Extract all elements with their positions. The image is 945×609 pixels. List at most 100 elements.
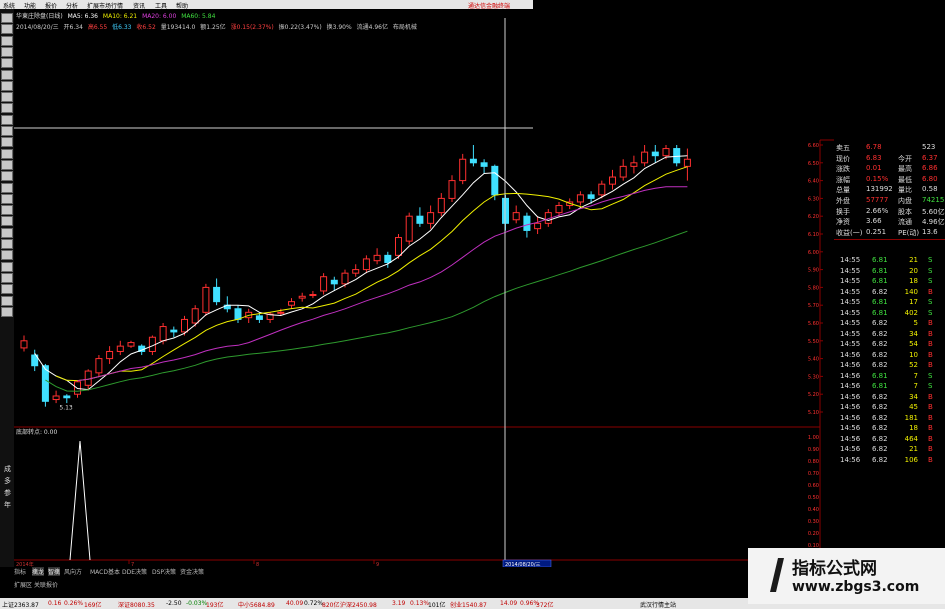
toolbar-tool-button[interactable] [1,24,13,35]
tick-price: 6.81 [872,277,888,285]
indicator-tab[interactable]: 指标 [14,567,26,576]
watermark-title: 指标公式网 [792,559,877,579]
indicator-tab[interactable]: 资金决策 [180,567,204,576]
ma5-value: MA5: 6.36 [67,13,98,20]
toolbar-tool-button[interactable] [1,239,13,249]
bar-turnover: 换3.90% [326,24,352,31]
tick-time: 14:55 [840,319,861,327]
tick-volume: 106 [904,455,918,464]
toolbar-tool-button[interactable] [1,137,13,148]
indicator-tab[interactable]: 擒龙 [32,567,45,576]
toolbar-tool-button[interactable] [1,46,13,57]
quote-label: 最高 [898,165,912,174]
quote-value: 3.66 [866,217,882,226]
quote-label: 涨幅 [836,175,850,184]
sub-tab[interactable]: 扩展区 [14,580,32,589]
watermark-logo: 指标公式网 www.zbgs3.com [748,548,945,604]
candle-body [598,183,606,196]
tick-side: B [928,403,933,411]
tick-time: 14:56 [840,361,861,369]
toolbar-tool-button[interactable] [1,295,13,306]
candle-body [673,148,681,164]
server-name[interactable]: 武汉行情主站 [640,600,676,609]
toolbar-tool-button[interactable] [1,148,13,159]
toolbar-tool-button[interactable] [1,182,13,193]
toolbar-tool-button[interactable] [1,58,13,69]
toolbar-tool-button[interactable] [1,159,13,170]
period-button[interactable]: 参 [2,488,13,498]
quote-label: 今开 [898,154,912,163]
quote-value: 6.78 [866,143,882,151]
quote-value: 13.6 [922,227,938,236]
tick-row: 14:55 6.81 21 S [834,256,945,266]
tick-price: 6.82 [872,413,888,422]
toolbar-tool-button[interactable] [1,171,13,182]
quote-label: 股本 [898,207,912,216]
quote-value: 6.86 [922,164,938,173]
quote-row: 卖五 6.78 523 [836,143,944,153]
price-tick-label: 5.70 [808,303,819,309]
candle-body [159,326,167,342]
tick-time: 14:56 [840,371,861,380]
toolbar-tool-button[interactable] [1,306,13,317]
indicator-tab[interactable]: MACD基本 [90,567,120,576]
candle-body [609,176,616,185]
indicator-tab[interactable]: 风向方 [64,567,82,576]
period-button[interactable]: 年 [2,500,13,510]
indicator-tab[interactable]: DDE决策 [122,567,147,576]
toolbar-tool-button[interactable] [1,250,13,261]
candle-body [127,342,135,347]
quote-label: 流通 [898,218,912,227]
ma60-value: MA60: 5.84 [181,13,216,20]
toolbar-tool-button[interactable] [1,69,13,80]
quote-value: 2.66% [866,206,889,215]
tick-volume: 34 [909,329,918,338]
candle-body [619,165,627,178]
toolbar-tool-button[interactable] [1,126,13,136]
tick-time: 14:55 [840,298,861,306]
left-toolbar: 成多参年 [0,9,14,567]
indicator-tick-label: 0.50 [808,495,819,501]
quote-label: 收益(一) [836,228,863,237]
price-tick-label: 5.20 [808,392,819,398]
tick-side: B [928,340,933,348]
bar-info: 2014/08/20/三 开6.34 高6.55 低6.33 收6.52 量19… [16,22,420,31]
tick-volume: 140 [904,287,918,296]
toolbar-tool-button[interactable] [1,261,13,272]
tick-time: 14:55 [840,329,861,338]
tick-volume: 181 [904,413,918,422]
toolbar-tool-button[interactable] [1,103,13,114]
quote-label: 量比 [898,186,912,195]
toolbar-tool-button[interactable] [1,193,13,204]
candle-body [576,194,584,203]
indicator-tab[interactable]: 智擒 [48,567,61,576]
tick-row: 14:55 6.81 402 S [834,309,945,319]
toolbar-tool-button[interactable] [1,80,13,91]
period-button[interactable]: 多 [2,476,13,486]
quote-label: 总量 [836,186,850,195]
toolbar-tool-button[interactable] [1,205,13,216]
toolbar-tool-button[interactable] [1,227,13,238]
toolbar-tool-button[interactable] [1,35,13,46]
indicator-tab[interactable]: DSP决策 [152,567,176,576]
toolbar-tool-button[interactable] [1,114,13,125]
candle-body [437,197,445,214]
tick-side: B [928,361,933,369]
tick-price: 6.82 [872,340,888,348]
period-button[interactable]: 成 [2,464,13,474]
tick-side: B [928,350,933,359]
kline-chart[interactable]: 6.60 6.50 6.40 6.30 6.20 6.10 6.00 5.90 5.80 5.70… [14,0,834,567]
candle-body [341,272,349,285]
toolbar-tool-button[interactable] [1,13,13,23]
tick-time: 14:56 [840,350,861,359]
candle-body [202,286,210,313]
sub-tab[interactable]: 关联报价 [34,580,58,589]
toolbar-tool-button[interactable] [1,216,13,227]
toolbar-tool-button[interactable] [1,92,13,103]
indicator-tick-label: 0.40 [808,507,819,513]
toolbar-tool-button[interactable] [1,284,13,295]
ma20-value: MA20: 6.00 [142,13,177,20]
tick-time: 14:55 [840,256,861,264]
toolbar-tool-button[interactable] [1,272,13,283]
tick-row: 14:56 6.81 7 S [834,372,945,382]
